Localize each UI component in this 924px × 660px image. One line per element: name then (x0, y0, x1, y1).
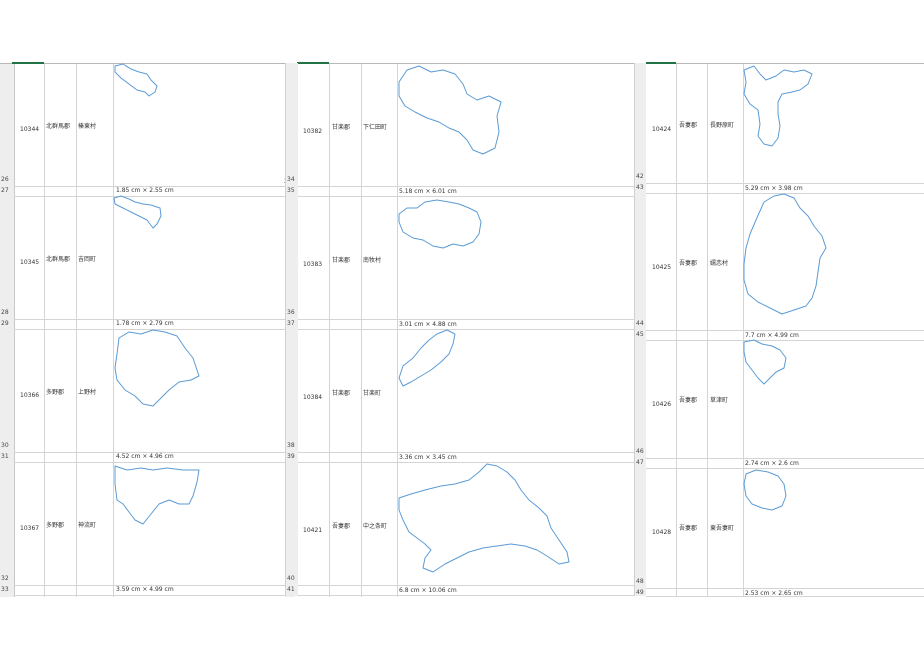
sheet-panel-1: 26 27 28 29 30 31 32 33 10344 北群馬郡 榛東村 1… (0, 62, 296, 597)
code-cell[interactable]: 10384 (303, 394, 322, 401)
size-cell[interactable]: 2.74 cm × 2.6 cm (745, 460, 799, 467)
municipality-cell[interactable]: 南牧村 (363, 257, 381, 264)
row-number[interactable]: 48 (636, 578, 644, 585)
municipality-outline-shape[interactable] (742, 339, 792, 390)
district-cell[interactable]: 北群馬郡 (46, 256, 70, 263)
district-cell[interactable]: 甘楽郡 (332, 257, 350, 264)
district-cell[interactable]: 吾妻郡 (332, 523, 350, 530)
size-cell[interactable]: 3.59 cm × 4.99 cm (116, 586, 174, 593)
size-cell[interactable]: 1.85 cm × 2.55 cm (116, 187, 174, 194)
code-cell[interactable]: 10383 (303, 261, 322, 268)
row-number[interactable]: 35 (287, 187, 295, 194)
row-header-column: 34 35 36 37 38 39 40 41 (285, 63, 298, 596)
municipality-cell[interactable]: 嬬恋村 (710, 260, 728, 267)
size-cell[interactable]: 6.8 cm × 10.06 cm (399, 587, 457, 594)
row-number[interactable]: 34 (287, 176, 295, 183)
row-number[interactable]: 31 (1, 453, 9, 460)
row-number[interactable]: 30 (1, 442, 9, 449)
row-number[interactable]: 44 (636, 320, 644, 327)
district-cell[interactable]: 多野郡 (46, 522, 64, 529)
municipality-outline-shape[interactable] (113, 63, 163, 98)
municipality-outline-shape[interactable] (397, 463, 573, 576)
code-cell[interactable]: 10345 (20, 259, 39, 266)
code-cell[interactable]: 10344 (20, 126, 39, 133)
municipality-cell[interactable]: 東吾妻町 (710, 525, 734, 532)
row-number[interactable]: 33 (1, 586, 9, 593)
municipality-cell[interactable]: 中之条町 (363, 523, 387, 530)
size-cell[interactable]: 3.01 cm × 4.88 cm (399, 321, 457, 328)
municipality-outline-shape[interactable] (113, 464, 203, 526)
district-cell[interactable]: 甘楽郡 (332, 124, 350, 131)
code-cell[interactable]: 10426 (652, 401, 671, 408)
municipality-cell[interactable]: 上野村 (78, 389, 96, 396)
code-cell[interactable]: 10425 (652, 264, 671, 271)
municipality-cell[interactable]: 長野原町 (710, 122, 734, 129)
municipality-outline-shape[interactable] (397, 198, 483, 250)
municipality-outline-shape[interactable] (742, 65, 814, 150)
code-cell[interactable]: 10382 (303, 128, 322, 135)
row-number[interactable]: 26 (1, 176, 9, 183)
row-number[interactable]: 39 (287, 453, 295, 460)
district-cell[interactable]: 吾妻郡 (679, 122, 697, 129)
municipality-cell[interactable]: 榛東村 (78, 123, 96, 130)
municipality-cell[interactable]: 神流町 (78, 522, 96, 529)
size-cell[interactable]: 4.52 cm × 4.96 cm (116, 453, 174, 460)
row-number[interactable]: 37 (287, 320, 295, 327)
sheet-panel-2: 26 10382 甘楽郡 下仁田町 5.18 cm × 6.01 cm 1038… (284, 62, 635, 597)
code-cell[interactable]: 10366 (20, 392, 39, 399)
district-cell[interactable]: 甘楽郡 (332, 390, 350, 397)
row-number[interactable]: 36 (287, 309, 295, 316)
district-cell[interactable]: 吾妻郡 (679, 525, 697, 532)
district-cell[interactable]: 多野郡 (46, 389, 64, 396)
code-cell[interactable]: 10421 (303, 527, 322, 534)
row-number[interactable]: 40 (287, 575, 295, 582)
row-number[interactable]: 41 (287, 586, 295, 593)
row-number[interactable]: 45 (636, 331, 644, 338)
sheet-panel-3: 10424 吾妻郡 長野原町 5.29 cm × 3.98 cm 10425 吾… (646, 62, 924, 597)
municipality-outline-shape[interactable] (113, 329, 203, 410)
code-cell[interactable]: 10424 (652, 126, 671, 133)
district-cell[interactable]: 吾妻郡 (679, 260, 697, 267)
row-number[interactable]: 43 (636, 184, 644, 191)
municipality-outline-shape[interactable] (113, 195, 165, 230)
code-cell[interactable]: 10428 (652, 529, 671, 536)
row-number[interactable]: 28 (1, 309, 9, 316)
municipality-outline-shape[interactable] (742, 469, 792, 516)
district-cell[interactable]: 吾妻郡 (679, 397, 697, 404)
row-number[interactable]: 38 (287, 442, 295, 449)
row-number[interactable]: 49 (636, 589, 644, 596)
row-header-column: 26 27 28 29 30 31 32 33 (0, 64, 15, 597)
row-number[interactable]: 32 (1, 575, 9, 582)
municipality-cell[interactable]: 草津町 (710, 397, 728, 404)
row-number[interactable]: 42 (636, 173, 644, 180)
code-cell[interactable]: 10367 (20, 525, 39, 532)
size-cell[interactable]: 1.78 cm × 2.79 cm (116, 320, 174, 327)
municipality-cell[interactable]: 甘楽町 (363, 390, 381, 397)
row-number[interactable]: 47 (636, 459, 644, 466)
size-cell[interactable]: 5.29 cm × 3.98 cm (745, 185, 803, 192)
size-cell[interactable]: 2.53 cm × 2.65 cm (745, 590, 803, 597)
size-cell[interactable]: 3.36 cm × 3.45 cm (399, 454, 457, 461)
municipality-outline-shape[interactable] (397, 329, 459, 392)
district-cell[interactable]: 北群馬郡 (46, 123, 70, 130)
size-cell[interactable]: 7.7 cm × 4.99 cm (745, 332, 799, 339)
municipality-cell[interactable]: 吉岡町 (78, 256, 96, 263)
row-number[interactable]: 27 (1, 187, 9, 194)
size-cell[interactable]: 5.18 cm × 6.01 cm (399, 188, 457, 195)
municipality-outline-shape[interactable] (742, 193, 830, 316)
municipality-cell[interactable]: 下仁田町 (363, 124, 387, 131)
municipality-outline-shape[interactable] (397, 65, 503, 158)
row-number[interactable]: 46 (636, 448, 644, 455)
row-number[interactable]: 29 (1, 320, 9, 327)
